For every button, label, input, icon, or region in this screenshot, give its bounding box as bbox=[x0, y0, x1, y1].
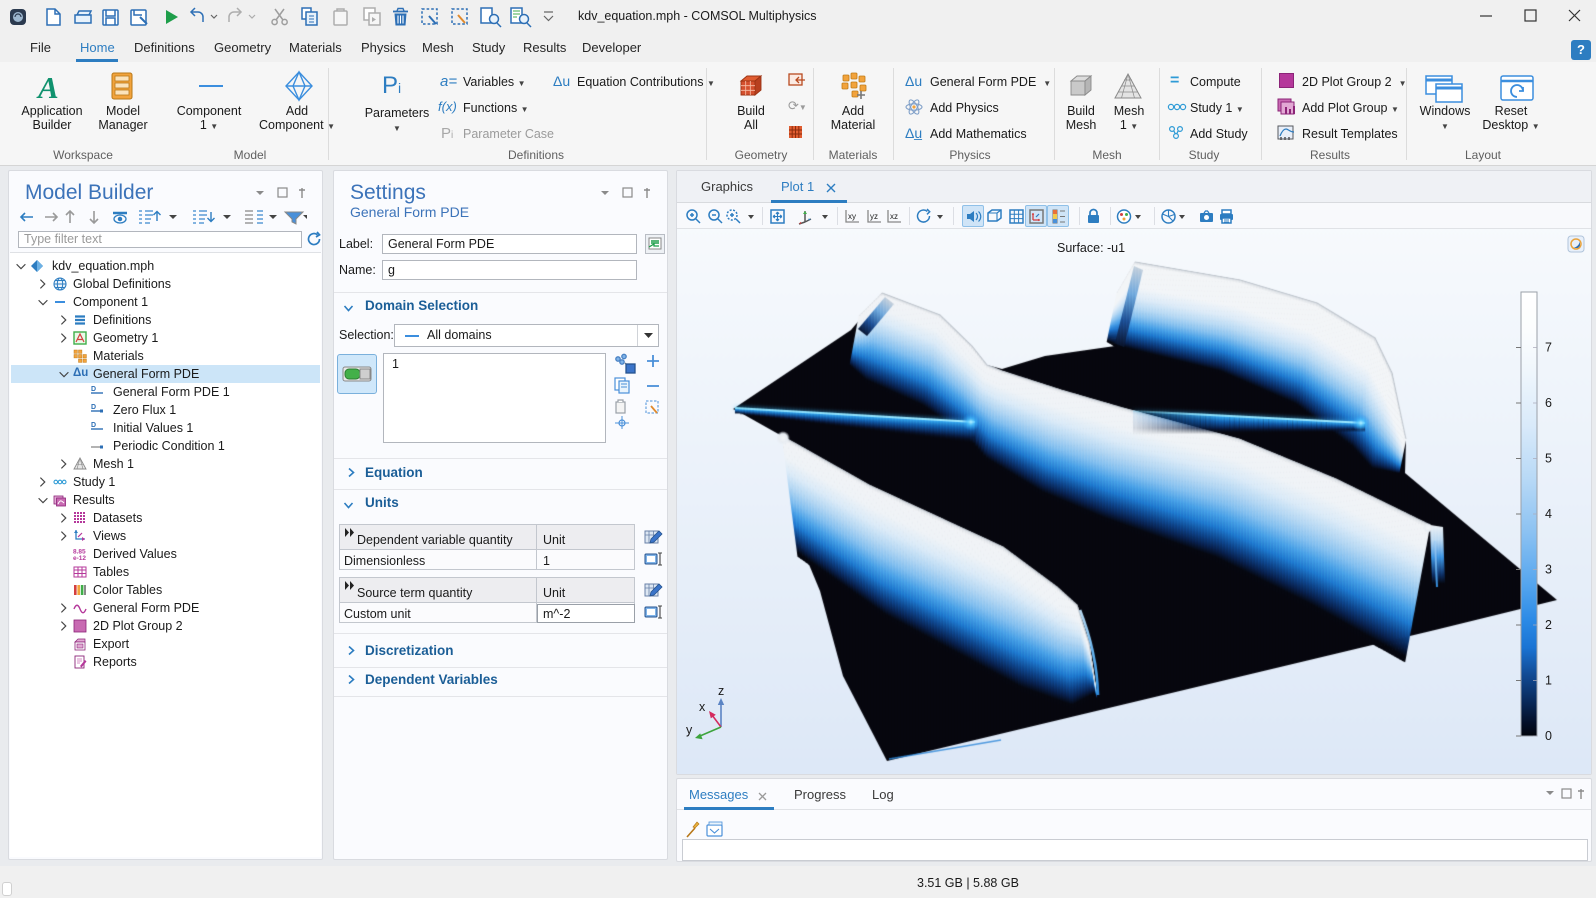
svg-text:x: x bbox=[699, 700, 706, 714]
svg-text:y: y bbox=[686, 723, 693, 737]
svg-text:4: 4 bbox=[1545, 507, 1552, 521]
svg-text:z: z bbox=[718, 684, 724, 698]
svg-text:7: 7 bbox=[1545, 341, 1552, 355]
svg-text:yz: yz bbox=[870, 212, 878, 221]
svg-text:2: 2 bbox=[1545, 618, 1552, 632]
svg-text:5: 5 bbox=[1545, 452, 1552, 466]
svg-text:0: 0 bbox=[1545, 729, 1552, 742]
svg-text:3: 3 bbox=[1545, 563, 1552, 577]
svg-text:xz: xz bbox=[890, 212, 898, 221]
svg-text:6: 6 bbox=[1545, 396, 1552, 410]
svg-text:xy: xy bbox=[848, 212, 856, 221]
svg-text:1: 1 bbox=[1545, 674, 1552, 688]
